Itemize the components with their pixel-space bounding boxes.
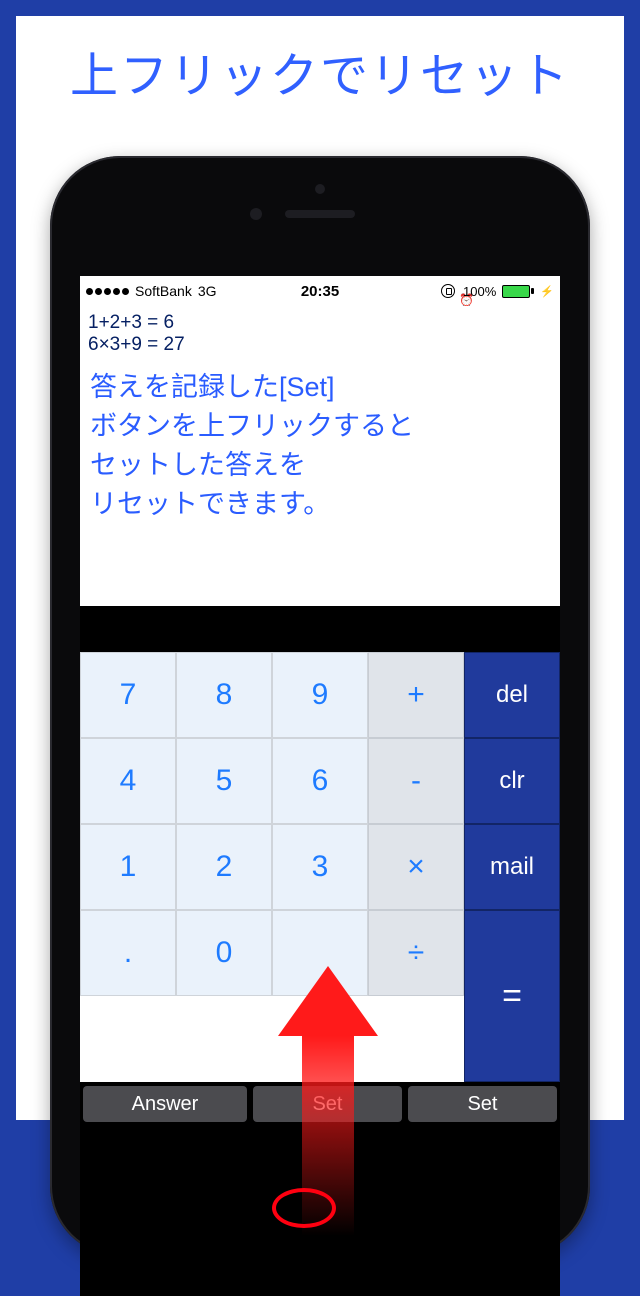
key-dot[interactable]: . xyxy=(80,910,176,996)
calculator-keypad: 7 8 9 + del 4 5 6 - clr 1 2 3 × mail . 0… xyxy=(80,652,560,1082)
carrier-label: SoftBank xyxy=(135,283,192,299)
status-bar: SoftBank 3G 20:35 100% ⚡ xyxy=(80,276,560,306)
highlight-circle-icon xyxy=(272,1188,336,1228)
earpiece xyxy=(285,210,355,218)
key-equals[interactable]: = xyxy=(464,910,560,1082)
answer-button[interactable]: Answer xyxy=(83,1086,247,1122)
history-line: 6×3+9 = 27 xyxy=(88,334,552,356)
tutorial-line: リセットできます。 xyxy=(90,485,550,524)
key-clear[interactable]: clr xyxy=(464,738,560,824)
tutorial-line: ボタンを上フリックすると xyxy=(90,407,550,446)
set-button-2[interactable]: Set xyxy=(408,1086,557,1122)
key-multiply[interactable]: × xyxy=(368,824,464,910)
tutorial-overlay-text: 答えを記録した[Set] ボタンを上フリックすると セットした答えを リセットで… xyxy=(90,368,550,525)
bottom-toolbar: Answer Set Set xyxy=(80,1082,560,1126)
key-blank[interactable] xyxy=(272,910,368,996)
key-2[interactable]: 2 xyxy=(176,824,272,910)
key-mail[interactable]: mail xyxy=(464,824,560,910)
key-minus[interactable]: - xyxy=(368,738,464,824)
set-button-1[interactable]: Set xyxy=(253,1086,402,1122)
charging-icon: ⚡ xyxy=(540,285,554,298)
key-3[interactable]: 3 xyxy=(272,824,368,910)
key-delete[interactable]: del xyxy=(464,652,560,738)
promo-headline: 上フリックでリセット xyxy=(16,36,624,106)
key-1[interactable]: 1 xyxy=(80,824,176,910)
battery-icon xyxy=(502,285,534,298)
status-clock: 20:35 xyxy=(301,283,339,300)
display-separator xyxy=(80,606,560,652)
tutorial-line: 答えを記録した[Set] xyxy=(90,368,550,407)
phone-device-frame: SoftBank 3G 20:35 100% ⚡ 1+2+3 = 6 6×3+9… xyxy=(50,156,590,1256)
phone-screen: SoftBank 3G 20:35 100% ⚡ 1+2+3 = 6 6×3+9… xyxy=(80,276,560,1296)
tutorial-line: セットした答えを xyxy=(90,446,550,485)
front-camera xyxy=(250,208,262,220)
history-line: 1+2+3 = 6 xyxy=(88,312,552,334)
key-plus[interactable]: + xyxy=(368,652,464,738)
key-8[interactable]: 8 xyxy=(176,652,272,738)
key-divide[interactable]: ÷ xyxy=(368,910,464,996)
key-7[interactable]: 7 xyxy=(80,652,176,738)
network-type: 3G xyxy=(198,283,217,299)
orientation-lock-icon xyxy=(441,284,455,298)
key-0[interactable]: 0 xyxy=(176,910,272,996)
signal-dots-icon xyxy=(86,288,129,295)
key-5[interactable]: 5 xyxy=(176,738,272,824)
key-4[interactable]: 4 xyxy=(80,738,176,824)
key-9[interactable]: 9 xyxy=(272,652,368,738)
sensor-dot xyxy=(315,184,325,194)
battery-percent: 100% xyxy=(463,284,496,299)
key-6[interactable]: 6 xyxy=(272,738,368,824)
calc-display: 1+2+3 = 6 6×3+9 = 27 答えを記録した[Set] ボタンを上フ… xyxy=(80,306,560,606)
